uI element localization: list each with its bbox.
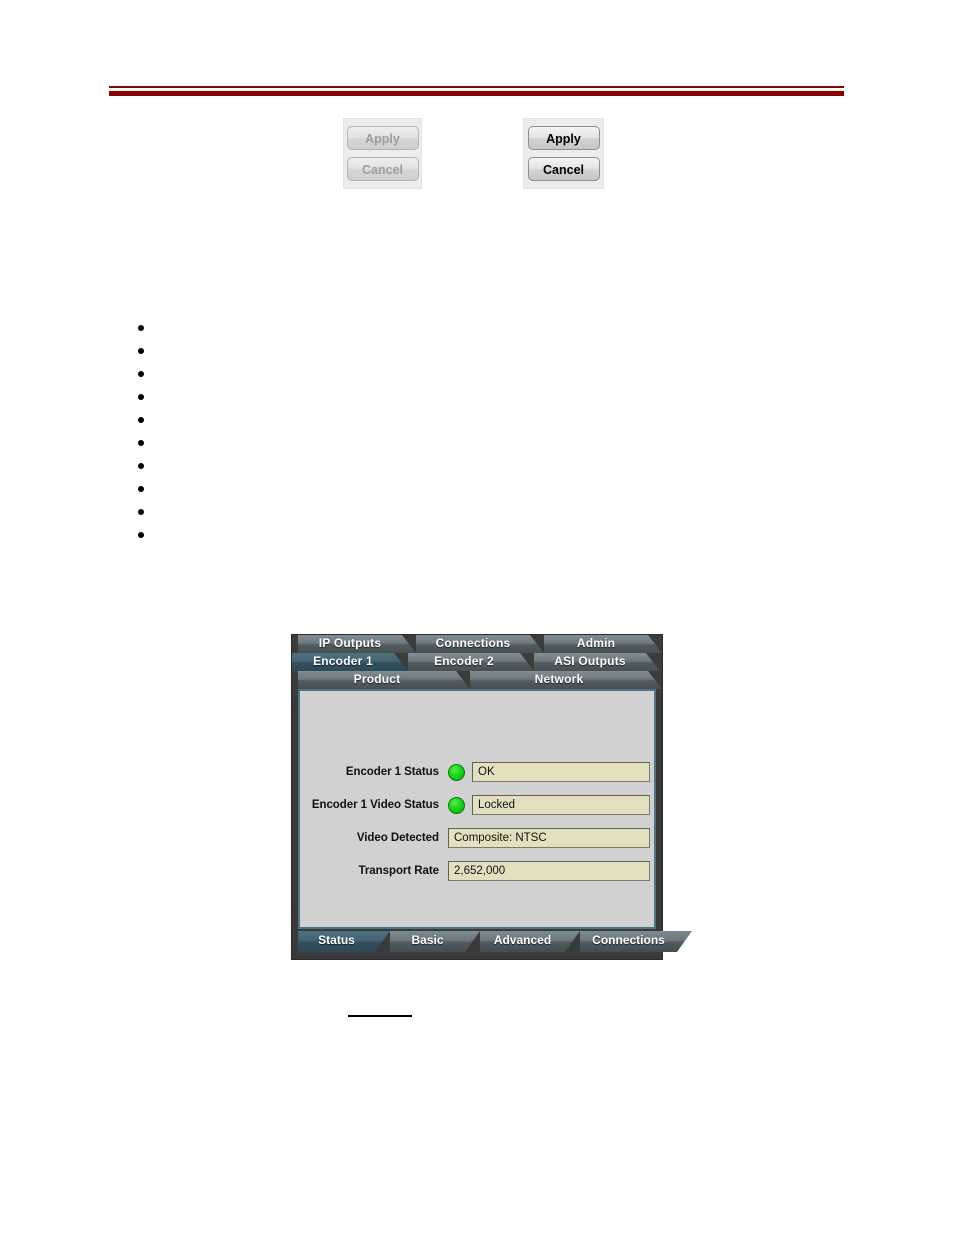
tab-connections[interactable]: Connections	[416, 635, 544, 653]
field-row-video-detected: Video Detected Composite: NTSC	[300, 827, 654, 849]
field-value-encoder-1-status: OK	[472, 762, 650, 782]
list-item	[138, 454, 698, 477]
tab-asi-outputs[interactable]: ASI Outputs	[534, 653, 660, 671]
tab-admin[interactable]: Admin	[544, 635, 662, 653]
caption-underline	[348, 1015, 412, 1017]
list-item	[138, 316, 698, 339]
list-item	[138, 477, 698, 500]
list-item	[138, 523, 698, 546]
tab-product[interactable]: Product	[298, 671, 470, 689]
bullet-icon	[138, 324, 144, 331]
field-row-encoder-1-status: Encoder 1 Status OK	[300, 761, 654, 783]
bottom-tab-group: Status Basic Advanced Connections	[292, 929, 662, 953]
tab-row-3: Product Network	[292, 671, 662, 689]
top-tab-group: IP Outputs Connections Admin Encoder 1 E…	[292, 635, 662, 689]
apply-button-disabled[interactable]: Apply	[346, 126, 419, 150]
bullet-list	[138, 316, 698, 546]
bullet-icon	[138, 416, 144, 423]
bullet-icon	[138, 531, 144, 538]
header-rule-thick	[109, 91, 844, 96]
apply-cancel-group-disabled: Apply Cancel	[343, 118, 422, 189]
bullet-icon	[138, 347, 144, 354]
header-rule-thin	[109, 86, 844, 88]
apply-cancel-group-enabled: Apply Cancel	[523, 118, 604, 189]
field-value-encoder-1-video-status: Locked	[472, 795, 650, 815]
encoder-status-widget: IP Outputs Connections Admin Encoder 1 E…	[291, 634, 663, 960]
list-item	[138, 385, 698, 408]
tab-encoder-2[interactable]: Encoder 2	[408, 653, 534, 671]
list-item	[138, 500, 698, 523]
list-item	[138, 362, 698, 385]
field-label-encoder-1-video-status: Encoder 1 Video Status	[311, 799, 439, 811]
bullet-icon	[138, 485, 144, 492]
cancel-button-disabled[interactable]: Cancel	[346, 157, 419, 181]
field-value-transport-rate: 2,652,000	[448, 861, 650, 881]
tab-advanced[interactable]: Advanced	[480, 931, 580, 952]
list-item	[138, 339, 698, 362]
bullet-icon	[138, 393, 144, 400]
status-led-icon-encoder-1-video-status	[448, 796, 465, 814]
tab-encoder-1[interactable]: Encoder 1	[292, 653, 408, 671]
field-row-transport-rate: Transport Rate 2,652,000	[300, 860, 654, 882]
cancel-button-enabled[interactable]: Cancel	[527, 157, 600, 181]
page-header-rule	[109, 86, 844, 97]
field-label-transport-rate: Transport Rate	[358, 865, 440, 877]
tab-network[interactable]: Network	[470, 671, 662, 689]
tab-row-2: Encoder 1 Encoder 2 ASI Outputs	[292, 653, 662, 671]
tab-ip-outputs[interactable]: IP Outputs	[298, 635, 416, 653]
field-label-encoder-1-status: Encoder 1 Status	[345, 766, 439, 778]
content-panel-wrapper: Encoder 1 Status OK Encoder 1 Video Stat…	[292, 689, 662, 929]
status-content-panel: Encoder 1 Status OK Encoder 1 Video Stat…	[298, 689, 656, 929]
tab-connections-bottom[interactable]: Connections	[580, 931, 692, 952]
tab-row-1: IP Outputs Connections Admin	[292, 635, 662, 653]
apply-button-enabled[interactable]: Apply	[527, 126, 600, 150]
list-item	[138, 431, 698, 454]
field-label-video-detected: Video Detected	[356, 832, 439, 844]
bullet-icon	[138, 370, 144, 377]
tab-status[interactable]: Status	[298, 931, 390, 952]
field-value-video-detected: Composite: NTSC	[448, 828, 650, 848]
list-item	[138, 408, 698, 431]
bullet-icon	[138, 439, 144, 446]
bullet-icon	[138, 508, 144, 515]
field-row-encoder-1-video-status: Encoder 1 Video Status Locked	[300, 794, 654, 816]
bullet-icon	[138, 462, 144, 469]
status-led-icon-encoder-1-status	[448, 763, 465, 781]
tab-basic[interactable]: Basic	[390, 931, 480, 952]
